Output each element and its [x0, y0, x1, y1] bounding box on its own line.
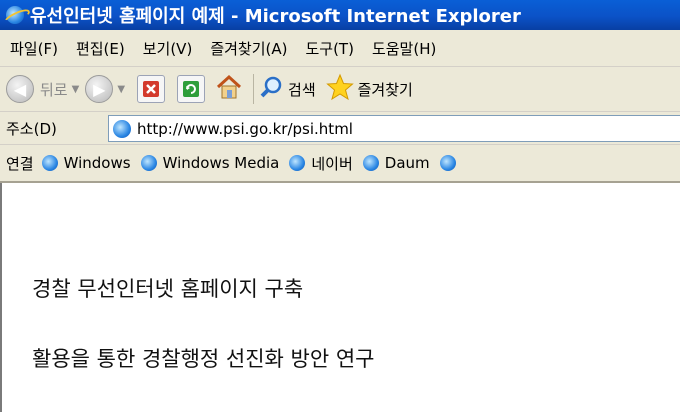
link-windows-media[interactable]: Windows Media — [140, 154, 280, 172]
page-icon — [289, 155, 306, 171]
menu-edit[interactable]: 편집(E) — [76, 38, 125, 59]
refresh-icon[interactable] — [177, 75, 206, 103]
window-title: 유선인터넷 홈페이지 예제 - Microsoft Internet Explo… — [30, 6, 521, 27]
search-icon[interactable] — [260, 75, 284, 103]
link-daum[interactable]: Daum — [362, 154, 430, 172]
internet-explorer-icon — [6, 6, 24, 24]
link-naver[interactable]: 네이버 — [289, 153, 353, 174]
page-icon — [113, 119, 131, 138]
menu-view[interactable]: 보기(V) — [143, 38, 193, 59]
menu-help[interactable]: 도움말(H) — [372, 38, 436, 59]
page-icon — [41, 155, 58, 171]
address-bar: 주소(D) http://www.psi.go.kr/psi.html — [0, 112, 680, 145]
page-icon — [140, 155, 157, 171]
back-dropdown-icon[interactable]: ▼ — [72, 84, 80, 95]
forward-arrow-icon[interactable]: ▶ — [85, 75, 114, 103]
forward-dropdown-icon[interactable]: ▼ — [117, 84, 125, 95]
content-line-2: 활용을 통한 경찰행정 선진화 방안 연구 — [32, 347, 375, 371]
address-label: 주소(D) — [6, 119, 57, 138]
favorites-star-icon[interactable] — [325, 73, 354, 105]
menu-favorites[interactable]: 즐겨찾기(A) — [210, 38, 287, 59]
page-icon — [362, 155, 379, 171]
link-label[interactable]: 네이버 — [311, 153, 352, 174]
page-icon — [439, 155, 456, 171]
standard-toolbar: ◀ 뒤로 ▼ ▶ ▼ 검색 즐겨찾기 — [0, 67, 680, 112]
links-bar: 연결 Windows Windows Media 네이버 Daum — [0, 145, 680, 183]
home-icon[interactable] — [215, 74, 243, 104]
menu-bar: 파일(F) 편집(E) 보기(V) 즐겨찾기(A) 도구(T) 도움말(H) — [0, 30, 680, 67]
toolbar-separator — [253, 74, 255, 104]
link-label[interactable]: Windows Media — [163, 154, 280, 172]
menu-file[interactable]: 파일(F) — [10, 38, 58, 59]
page-content: 경찰 무선인터넷 홈페이지 구축 활용을 통한 경찰행정 선진화 방안 연구 — [0, 183, 680, 412]
content-line-1: 경찰 무선인터넷 홈페이지 구축 — [32, 277, 304, 301]
links-label: 연결 — [6, 154, 34, 173]
back-arrow-icon[interactable]: ◀ — [6, 75, 34, 103]
stop-icon[interactable] — [137, 75, 166, 103]
address-input[interactable]: http://www.psi.go.kr/psi.html — [108, 115, 680, 142]
title-bar[interactable]: 유선인터넷 홈페이지 예제 - Microsoft Internet Explo… — [0, 0, 680, 30]
favorites-button-label[interactable]: 즐겨찾기 — [358, 79, 413, 100]
link-windows[interactable]: Windows — [41, 154, 131, 172]
link-label[interactable]: Daum — [385, 154, 430, 172]
link-label[interactable]: Windows — [64, 154, 131, 172]
search-button-label[interactable]: 검색 — [288, 79, 316, 100]
menu-tools[interactable]: 도구(T) — [305, 38, 353, 59]
back-button-label[interactable]: 뒤로 — [40, 79, 68, 100]
address-url[interactable]: http://www.psi.go.kr/psi.html — [137, 120, 353, 138]
link-more[interactable] — [439, 155, 462, 171]
